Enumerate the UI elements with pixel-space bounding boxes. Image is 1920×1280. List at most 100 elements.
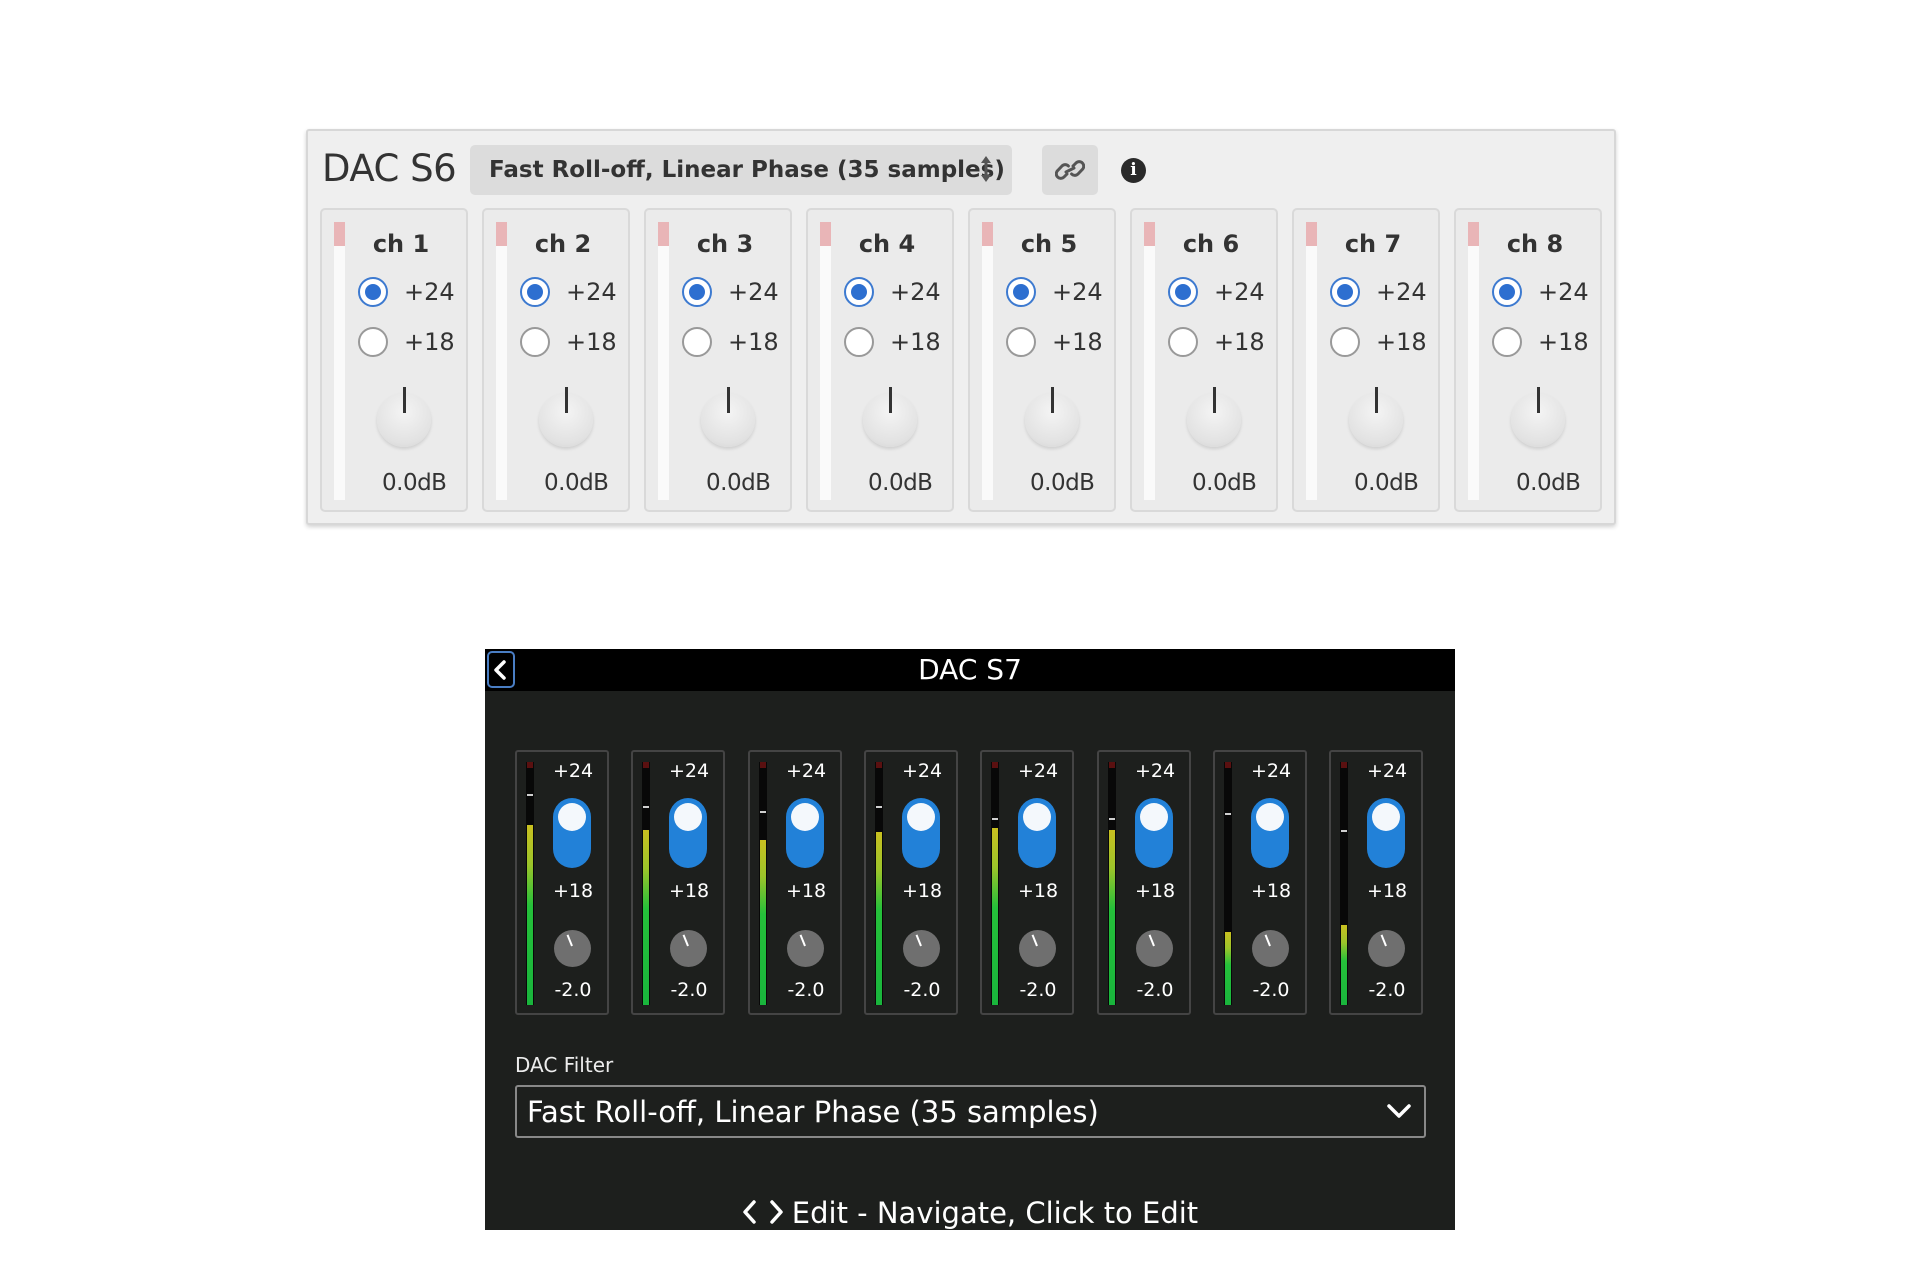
dac-s7-header: DAC S7 <box>485 649 1455 691</box>
meter-level <box>1109 830 1115 1005</box>
radio-plus24-label: +24 <box>890 278 941 306</box>
gain-knob[interactable] <box>701 387 755 447</box>
gain-knob[interactable] <box>1368 930 1405 967</box>
level-meter <box>820 222 831 500</box>
meter-level <box>1225 932 1231 1005</box>
switch-top-label: +24 <box>1250 760 1292 782</box>
channel-name: ch 3 <box>696 230 754 258</box>
switch-bottom-label: +18 <box>901 880 943 902</box>
gain-value: -2.0 <box>903 979 941 1001</box>
radio-plus24[interactable] <box>682 277 712 307</box>
clip-indicator <box>876 762 882 768</box>
gain-value: 0.0dB <box>544 470 609 496</box>
range-toggle[interactable] <box>902 798 940 868</box>
switch-top-label: +24 <box>1366 760 1408 782</box>
meter-level <box>992 828 998 1005</box>
s7-channel-strip: +24 +18 -2.0 <box>1329 750 1423 1015</box>
clip-indicator <box>643 762 649 768</box>
range-toggle[interactable] <box>1018 798 1056 868</box>
dac-filter-label: DAC Filter <box>515 1053 614 1077</box>
radio-plus18-label: +18 <box>1376 328 1427 356</box>
gain-knob[interactable] <box>554 930 591 967</box>
radio-plus18-label: +18 <box>890 328 941 356</box>
level-meter <box>875 762 883 1005</box>
radio-plus24-label: +24 <box>1052 278 1103 306</box>
range-toggle[interactable] <box>786 798 824 868</box>
gain-value: -2.0 <box>1019 979 1057 1001</box>
gain-value: -2.0 <box>1368 979 1406 1001</box>
dac-filter-select[interactable]: Fast Roll-off, Linear Phase (35 samples) <box>470 145 1012 195</box>
gain-knob[interactable] <box>1025 387 1079 447</box>
channel-name: ch 5 <box>1020 230 1078 258</box>
gain-value: 0.0dB <box>1516 470 1581 496</box>
radio-plus18-label: +18 <box>1214 328 1265 356</box>
gain-knob[interactable] <box>863 387 917 447</box>
peak-hold-marker <box>1109 818 1115 820</box>
gain-knob[interactable] <box>1019 930 1056 967</box>
switch-top-label: +24 <box>1134 760 1176 782</box>
gain-knob[interactable] <box>539 387 593 447</box>
level-meter <box>982 222 993 500</box>
level-meter <box>1108 762 1116 1005</box>
s6-channel-strip: ch 2 +24 +18 0.0dB <box>482 208 630 512</box>
channel-name: ch 2 <box>534 230 592 258</box>
switch-bottom-label: +18 <box>1366 880 1408 902</box>
radio-plus24-label: +24 <box>1214 278 1265 306</box>
radio-plus18[interactable] <box>1168 327 1198 357</box>
link-channels-button[interactable] <box>1042 145 1098 195</box>
range-toggle[interactable] <box>669 798 707 868</box>
gain-knob[interactable] <box>1511 387 1565 447</box>
radio-plus24-label: +24 <box>1538 278 1589 306</box>
radio-plus18[interactable] <box>1330 327 1360 357</box>
radio-plus24[interactable] <box>1168 277 1198 307</box>
range-toggle[interactable] <box>1367 798 1405 868</box>
gain-value: 0.0dB <box>1030 470 1095 496</box>
gain-knob[interactable] <box>787 930 824 967</box>
meter-level <box>1341 925 1347 1005</box>
range-toggle[interactable] <box>1251 798 1289 868</box>
meter-level <box>876 832 882 1005</box>
s6-channel-strip: ch 6 +24 +18 0.0dB <box>1130 208 1278 512</box>
peak-hold-marker <box>527 794 533 796</box>
radio-plus18[interactable] <box>520 327 550 357</box>
radio-plus24[interactable] <box>1006 277 1036 307</box>
gain-knob[interactable] <box>1252 930 1289 967</box>
radio-plus24[interactable] <box>520 277 550 307</box>
level-meter <box>496 222 507 500</box>
clip-indicator <box>1109 762 1115 768</box>
level-meter <box>334 222 345 500</box>
s6-channel-strip: ch 7 +24 +18 0.0dB <box>1292 208 1440 512</box>
dac-filter-dropdown[interactable]: Fast Roll-off, Linear Phase (35 samples) <box>515 1085 1426 1138</box>
gain-knob[interactable] <box>1349 387 1403 447</box>
gain-knob[interactable] <box>1187 387 1241 447</box>
radio-plus24[interactable] <box>1492 277 1522 307</box>
s6-channel-strip: ch 8 +24 +18 0.0dB <box>1454 208 1602 512</box>
switch-bottom-label: +18 <box>552 880 594 902</box>
s6-channel-strip: ch 3 +24 +18 0.0dB <box>644 208 792 512</box>
gain-knob[interactable] <box>1136 930 1173 967</box>
radio-plus24[interactable] <box>1330 277 1360 307</box>
clip-indicator <box>760 762 766 768</box>
gain-knob[interactable] <box>670 930 707 967</box>
range-toggle[interactable] <box>553 798 591 868</box>
radio-plus18[interactable] <box>844 327 874 357</box>
channel-name: ch 1 <box>372 230 430 258</box>
radio-plus18[interactable] <box>1492 327 1522 357</box>
info-icon[interactable]: i <box>1121 158 1146 183</box>
switch-top-label: +24 <box>901 760 943 782</box>
radio-plus24[interactable] <box>358 277 388 307</box>
switch-bottom-label: +18 <box>1134 880 1176 902</box>
radio-plus18[interactable] <box>1006 327 1036 357</box>
gain-knob[interactable] <box>903 930 940 967</box>
dac-filter-value: Fast Roll-off, Linear Phase (35 samples) <box>489 157 1005 183</box>
meter-level <box>643 830 649 1005</box>
gain-knob[interactable] <box>377 387 431 447</box>
s6-channel-strip: ch 1 +24 +18 0.0dB <box>320 208 468 512</box>
channel-name: ch 4 <box>858 230 916 258</box>
meter-level <box>760 840 766 1005</box>
radio-plus24[interactable] <box>844 277 874 307</box>
gain-value: -2.0 <box>1252 979 1290 1001</box>
radio-plus18[interactable] <box>682 327 712 357</box>
range-toggle[interactable] <box>1135 798 1173 868</box>
radio-plus18[interactable] <box>358 327 388 357</box>
